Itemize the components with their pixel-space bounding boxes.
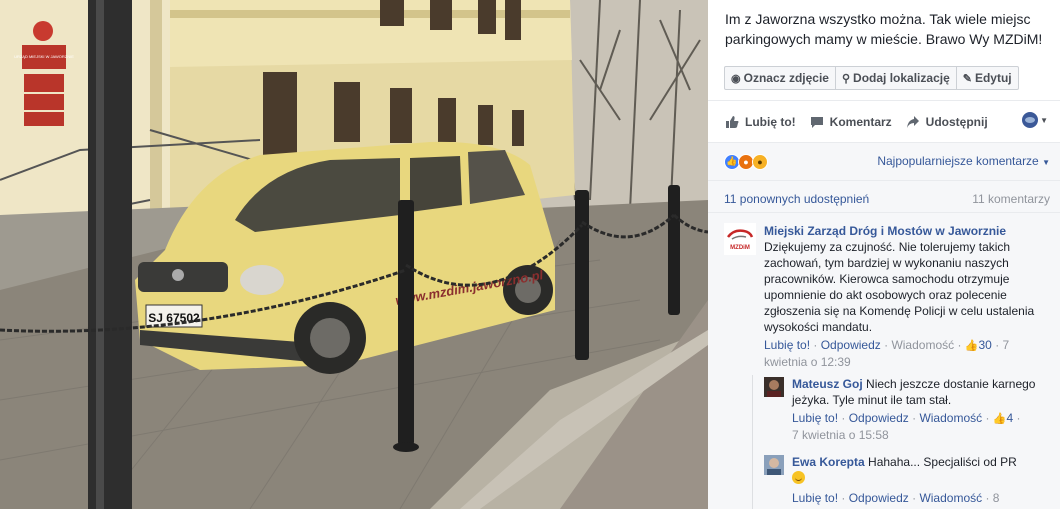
photo-scene: URZĄD MIEJSKI W JAWORZNIE SJ 67502 www.m…	[0, 0, 708, 509]
pencil-icon: ✎	[962, 72, 972, 85]
comment-sort-label: Najpopularniejsze komentarze	[877, 154, 1039, 168]
comment-label: Komentarz	[829, 114, 892, 129]
comment-sort-dropdown[interactable]: Najpopularniejsze komentarze ▼	[877, 154, 1050, 168]
avatar-text: MZDiM	[730, 245, 750, 251]
like-icon	[726, 115, 739, 128]
comment-like-count[interactable]: 30	[979, 338, 992, 352]
post-side-panel: Im z Jaworzna wszystko można. Tak wiele …	[708, 0, 1060, 509]
add-location-label: Dodaj lokalizację	[853, 71, 950, 85]
comment-author[interactable]: Miejski Zarząd Dróg i Mostów w Jaworznie	[764, 224, 1006, 238]
avatar[interactable]	[764, 455, 784, 475]
post-actions-bar: Lubię to! Komentarz Udostępnij ▼	[708, 100, 1060, 142]
add-location-button[interactable]: ⚲ Dodaj lokalizację	[836, 67, 957, 89]
sign-text: URZĄD MIEJSKI W JAWORZNIE	[14, 54, 74, 59]
comment-like-count[interactable]: 4	[1007, 411, 1014, 425]
comment-icon	[810, 116, 823, 128]
comment-message-link[interactable]: Wiadomość	[891, 338, 954, 352]
comment-reply-link[interactable]: Odpowiedz	[821, 338, 881, 352]
tag-photo-label: Oznacz zdjęcie	[743, 71, 829, 85]
share-icon	[906, 115, 919, 128]
comment-message-link[interactable]: Wiadomość	[919, 411, 982, 425]
reply-thread-line	[752, 375, 753, 509]
chevron-down-icon: ▼	[1040, 115, 1048, 125]
comment-item: Mateusz Goj Niech jeszcze dostanie karne…	[792, 376, 1052, 443]
post-photo: URZĄD MIEJSKI W JAWORZNIE SJ 67502 www.m…	[0, 0, 708, 509]
comments-section: MZDiM Miejski Zarząd Dróg i Mostów w Jaw…	[708, 212, 1060, 509]
like-button[interactable]: Lubię to!	[725, 115, 796, 129]
comment-author[interactable]: Ewa Korepta	[792, 455, 865, 469]
pin-icon: ⚲	[841, 72, 851, 85]
edit-label: Edytuj	[974, 71, 1012, 85]
comment-like-link[interactable]: Lubię to!	[764, 338, 810, 352]
avatar[interactable]: MZDiM	[724, 223, 756, 255]
comment-message-link[interactable]: Wiadomość	[919, 491, 982, 505]
comment-item: Ewa Korepta Hahaha... Specjaliści od PR …	[792, 455, 1017, 505]
avatar-photo	[764, 455, 784, 475]
comment-date[interactable]: 7 kwietnia o 15:58	[792, 427, 1052, 443]
comment-text: Hahaha... Specjaliści od PR	[868, 455, 1017, 469]
comment-like-link[interactable]: Lubię to!	[792, 491, 838, 505]
avatar[interactable]	[764, 377, 784, 397]
profile-picker[interactable]: ▼	[1022, 112, 1048, 128]
reactions-row: 👍 ● ● Najpopularniejsze komentarze ▼	[708, 142, 1060, 180]
photo-toolbar: ◉ Oznacz zdjęcie ⚲ Dodaj lokalizację ✎ E…	[724, 66, 1019, 90]
avatar-photo	[764, 377, 784, 397]
shares-row: 11 ponownych udostępnień 11 komentarzy	[708, 180, 1060, 212]
comment-reply-link[interactable]: Odpowiedz	[849, 491, 909, 505]
comment-item: Miejski Zarząd Dróg i Mostów w Jaworznie…	[764, 223, 1054, 370]
comment-text: Dziękujemy za czujność. Nie tolerujemy t…	[764, 240, 1035, 334]
comments-count: 11 komentarzy	[972, 192, 1050, 206]
thumbs-up-icon: 👍	[964, 340, 979, 352]
share-label: Udostępnij	[925, 114, 988, 129]
license-plate-text: SJ 67502	[148, 311, 200, 325]
like-label: Lubię to!	[745, 114, 796, 129]
comment-like-link[interactable]: Lubię to!	[792, 411, 838, 425]
tag-icon: ◉	[731, 72, 741, 85]
comment-reply-link[interactable]: Odpowiedz	[849, 411, 909, 425]
comment-date[interactable]: 8	[993, 491, 1000, 505]
smile-emoji-icon	[792, 471, 805, 484]
post-caption: Im z Jaworzna wszystko można. Tak wiele …	[725, 11, 1043, 47]
thumbs-up-icon: 👍	[992, 413, 1007, 425]
comment-author[interactable]: Mateusz Goj	[792, 377, 863, 391]
share-button[interactable]: Udostępnij	[906, 115, 988, 129]
mzdim-logo-icon: MZDiM	[727, 229, 754, 251]
edit-button[interactable]: ✎ Edytuj	[957, 67, 1018, 89]
comment-button[interactable]: Komentarz	[810, 115, 892, 129]
chevron-down-icon: ▼	[1042, 158, 1050, 167]
haha-reaction-icon[interactable]: ●	[752, 153, 768, 170]
globe-icon	[1022, 112, 1039, 128]
shares-link[interactable]: 11 ponownych udostępnień	[724, 192, 869, 206]
tag-photo-button[interactable]: ◉ Oznacz zdjęcie	[725, 67, 836, 89]
